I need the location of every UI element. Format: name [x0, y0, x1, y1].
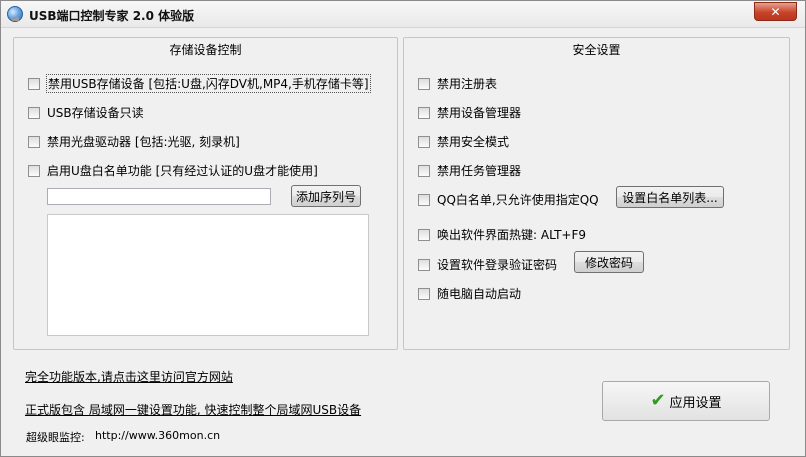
- lan-feature-link[interactable]: 正式版包含 局域网一键设置功能, 快速控制整个局域网USB设备: [25, 401, 361, 418]
- disable-task-manager-label: 禁用任务管理器: [437, 164, 522, 178]
- usb-readonly-option[interactable]: USB存储设备只读: [28, 104, 144, 121]
- disable-optical-drive-label: 禁用光盘驱动器 [包括:光驱, 刻录机]: [47, 135, 240, 149]
- qq-whitelist-option[interactable]: QQ白名单,只允许使用指定QQ: [418, 191, 599, 208]
- login-password-label: 设置软件登录验证密码: [437, 258, 558, 272]
- serial-number-input[interactable]: [47, 188, 271, 205]
- monitor-label: 超级眼监控:: [26, 431, 85, 444]
- title-bar[interactable]: USB端口控制专家 2.0 体验版 ✕: [1, 1, 805, 28]
- security-settings-group: 安全设置 禁用注册表 禁用设备管理器 禁用安全模式 禁用任务管理器 QQ白名单,…: [403, 37, 790, 350]
- disable-device-manager-label: 禁用设备管理器: [437, 106, 522, 120]
- apply-settings-label: 应用设置: [669, 395, 722, 411]
- official-site-link[interactable]: 完全功能版本,请点击这里访问官方网站: [25, 368, 233, 385]
- security-group-title: 安全设置: [404, 37, 789, 58]
- checkmark-icon: ✔: [650, 390, 666, 411]
- disable-task-manager-option[interactable]: 禁用任务管理器: [418, 162, 521, 179]
- usb-whitelist-option[interactable]: 启用U盘白名单功能 [只有经过认证的U盘才能使用]: [28, 162, 318, 179]
- usb-readonly-checkbox[interactable]: [28, 106, 40, 119]
- monitor-url-link[interactable]: http://www.360mon.cn: [95, 429, 220, 442]
- storage-control-group: 存储设备控制 禁用USB存储设备 [包括:U盘,闪存DV机,MP4,手机存储卡等…: [13, 37, 398, 350]
- qq-whitelist-label: QQ白名单,只允许使用指定QQ: [437, 193, 599, 207]
- autostart-label: 随电脑自动启动: [437, 287, 522, 301]
- disable-device-manager-checkbox[interactable]: [418, 106, 430, 119]
- disable-optical-drive-option[interactable]: 禁用光盘驱动器 [包括:光驱, 刻录机]: [28, 133, 240, 150]
- qq-whitelist-checkbox[interactable]: [418, 193, 430, 206]
- add-serial-button[interactable]: 添加序列号: [291, 185, 361, 207]
- close-icon: ✕: [770, 4, 781, 19]
- usb-whitelist-label: 启用U盘白名单功能 [只有经过认证的U盘才能使用]: [47, 164, 318, 178]
- disable-usb-storage-option[interactable]: 禁用USB存储设备 [包括:U盘,闪存DV机,MP4,手机存储卡等]: [28, 74, 371, 93]
- set-whitelist-button[interactable]: 设置白名单列表...: [616, 186, 724, 208]
- close-button[interactable]: ✕: [754, 2, 797, 21]
- disable-registry-checkbox[interactable]: [418, 77, 430, 90]
- disable-registry-label: 禁用注册表: [437, 77, 498, 91]
- disable-task-manager-checkbox[interactable]: [418, 164, 430, 177]
- usb-readonly-label: USB存储设备只读: [47, 106, 144, 120]
- hotkey-option[interactable]: 唤出软件界面热键: ALT+F9: [418, 226, 586, 243]
- app-icon: [7, 6, 23, 22]
- login-password-checkbox[interactable]: [418, 258, 430, 271]
- main-window: USB端口控制专家 2.0 体验版 ✕ 存储设备控制 禁用USB存储设备 [包括…: [0, 0, 806, 457]
- usb-whitelist-checkbox[interactable]: [28, 164, 40, 177]
- autostart-checkbox[interactable]: [418, 287, 430, 300]
- disable-device-manager-option[interactable]: 禁用设备管理器: [418, 104, 521, 121]
- disable-usb-storage-label: 禁用USB存储设备 [包括:U盘,闪存DV机,MP4,手机存储卡等]: [46, 74, 371, 93]
- disable-registry-option[interactable]: 禁用注册表: [418, 75, 497, 92]
- whitelist-serial-list[interactable]: [47, 214, 369, 336]
- disable-safe-mode-option[interactable]: 禁用安全模式: [418, 133, 509, 150]
- hotkey-checkbox[interactable]: [418, 228, 430, 241]
- disable-safe-mode-checkbox[interactable]: [418, 135, 430, 148]
- disable-safe-mode-label: 禁用安全模式: [437, 135, 510, 149]
- apply-settings-button[interactable]: ✔ 应用设置: [602, 381, 770, 421]
- storage-group-title: 存储设备控制: [14, 37, 397, 58]
- hotkey-label: 唤出软件界面热键: ALT+F9: [437, 228, 587, 242]
- login-password-option[interactable]: 设置软件登录验证密码: [418, 256, 557, 273]
- change-password-button[interactable]: 修改密码: [574, 251, 644, 273]
- disable-optical-drive-checkbox[interactable]: [28, 135, 40, 148]
- autostart-option[interactable]: 随电脑自动启动: [418, 285, 521, 302]
- disable-usb-storage-checkbox[interactable]: [28, 77, 40, 90]
- window-title: USB端口控制专家 2.0 体验版: [29, 9, 195, 23]
